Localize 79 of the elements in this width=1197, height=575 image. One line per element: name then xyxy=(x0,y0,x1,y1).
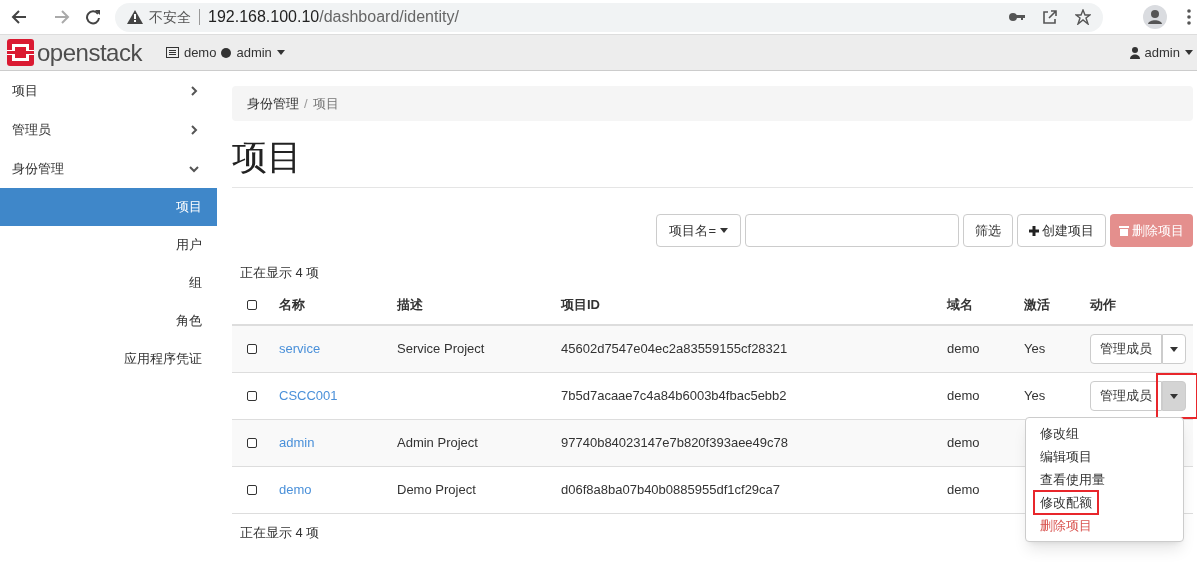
table-cell: Yes xyxy=(1024,341,1046,357)
sidebar-subitem[interactable]: 应用程序凭证 xyxy=(0,340,217,378)
column-header: 描述 xyxy=(397,297,423,313)
row-checkbox[interactable] xyxy=(247,391,257,401)
url-text: 192.168.100.10/dashboard/identity/ xyxy=(208,7,459,27)
reload-icon[interactable] xyxy=(85,9,101,25)
manage-members-button[interactable]: 管理成员 xyxy=(1090,381,1162,411)
breadcrumb-item: 项目 xyxy=(312,94,339,113)
actions-dropdown-toggle[interactable] xyxy=(1162,381,1186,411)
column-header: 域名 xyxy=(947,297,973,313)
column-header: 名称 xyxy=(279,297,305,313)
table-cell: d06f8a8ba07b40b0885955df1cf29ca7 xyxy=(561,482,781,498)
caret-icon xyxy=(276,50,285,55)
select-all-checkbox[interactable] xyxy=(247,300,257,310)
menu-item[interactable]: 删除项目 xyxy=(1035,514,1097,537)
table-cell: 7b5d7acaae7c4a84b6003b4fbac5ebb2 xyxy=(561,388,787,404)
list-icon xyxy=(165,47,179,58)
table-cell: Demo Project xyxy=(397,482,476,498)
filter-button[interactable]: 筛选 xyxy=(963,214,1013,247)
create-project-button[interactable]: 创建项目 xyxy=(1017,214,1106,247)
project-switcher[interactable]: demo admin xyxy=(165,42,285,63)
actions-dropdown-toggle[interactable] xyxy=(1162,334,1186,364)
star-icon[interactable] xyxy=(1075,9,1091,25)
column-header: 项目ID xyxy=(561,297,600,313)
sidebar-item[interactable]: 管理员 xyxy=(0,110,217,149)
table-cell: Yes xyxy=(1024,388,1046,404)
profile-icon[interactable] xyxy=(1143,5,1167,29)
share-icon[interactable] xyxy=(1042,9,1058,25)
table-cell: demo xyxy=(947,388,980,404)
logo-text[interactable]: openstack xyxy=(37,40,142,65)
sidebar-subitem[interactable]: 用户 xyxy=(0,226,217,264)
breadcrumb-item[interactable]: 身份管理 xyxy=(247,93,299,114)
sidebar-subitem[interactable]: 项目 xyxy=(0,188,217,226)
menu-item[interactable]: 查看使用量 xyxy=(1035,468,1110,491)
row-checkbox[interactable] xyxy=(247,438,257,448)
table-cell: 97740b84023147e7b820f393aee49c78 xyxy=(561,435,788,451)
column-header: 动作 xyxy=(1090,297,1116,313)
table-cell: demo xyxy=(947,482,980,498)
caret-icon xyxy=(1170,346,1178,352)
table-cell: demo xyxy=(947,341,980,357)
logo-icon xyxy=(7,39,34,66)
security-label: 不安全 xyxy=(149,7,191,27)
sidebar-item[interactable]: 身份管理 xyxy=(0,149,217,188)
item-count: 正在显示 4 项 xyxy=(240,524,320,542)
key-icon[interactable] xyxy=(1009,12,1025,22)
row-checkbox[interactable] xyxy=(247,344,257,354)
menu-item[interactable]: 修改组 xyxy=(1035,422,1084,445)
chevron-right-icon xyxy=(189,85,199,96)
filter-field-dropdown[interactable]: 项目名= xyxy=(656,214,741,247)
chevron-down-icon xyxy=(189,163,199,174)
manage-members-button[interactable]: 管理成员 xyxy=(1090,334,1162,364)
table-cell: Admin Project xyxy=(397,435,478,451)
row-checkbox[interactable] xyxy=(247,485,257,495)
plus-icon xyxy=(1029,225,1039,236)
trash-icon xyxy=(1119,225,1129,236)
warning-icon xyxy=(127,10,143,24)
user-icon xyxy=(1129,46,1140,59)
user-menu[interactable]: admin xyxy=(1129,42,1193,63)
table-cell: 45602d7547e04ec2a83559155cf28321 xyxy=(561,341,788,357)
back-icon[interactable] xyxy=(11,9,27,25)
chevron-right-icon xyxy=(189,124,199,135)
sidebar-item[interactable]: 项目 xyxy=(0,71,217,110)
menu-item[interactable]: 修改配额 xyxy=(1035,491,1097,514)
address-bar[interactable]: 不安全 192.168.100.10/dashboard/identity/ xyxy=(115,2,1103,32)
caret-icon xyxy=(1170,393,1178,399)
item-count: 正在显示 4 项 xyxy=(240,264,320,282)
sidebar-subitem[interactable]: 组 xyxy=(0,264,217,302)
filter-input[interactable] xyxy=(745,214,959,247)
menu-item[interactable]: 编辑项目 xyxy=(1035,445,1097,468)
column-header: 激活 xyxy=(1024,297,1050,313)
table-cell: demo xyxy=(947,435,980,451)
page-title: 项目 xyxy=(232,135,302,178)
caret-icon xyxy=(720,228,728,233)
dot-icon xyxy=(221,47,232,58)
caret-icon xyxy=(1185,50,1193,55)
table-cell: Service Project xyxy=(397,341,485,357)
breadcrumb-separator: / xyxy=(304,94,308,113)
menu-icon[interactable] xyxy=(1187,9,1191,25)
sidebar-subitem[interactable]: 角色 xyxy=(0,302,217,340)
